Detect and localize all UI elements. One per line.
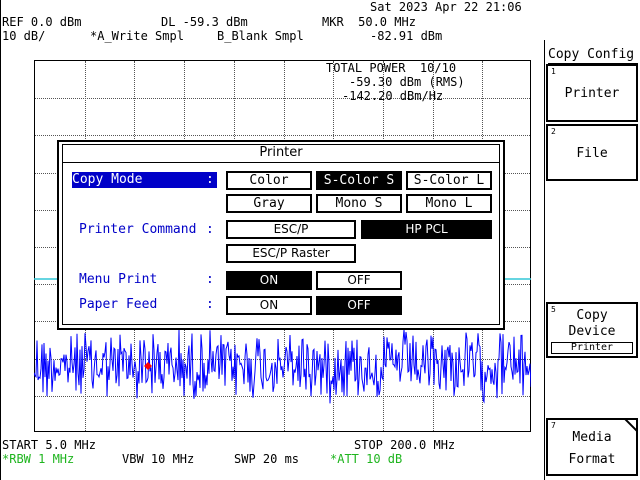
softkey-label: Printer bbox=[564, 86, 620, 101]
measurement-rms: -59.30 dBm (RMS) bbox=[349, 75, 465, 89]
softkey-printer[interactable]: 1 Printer bbox=[546, 64, 638, 122]
vbw-setting: VBW 10 MHz bbox=[122, 452, 195, 466]
corner-fold-icon bbox=[624, 418, 638, 432]
noise-trace bbox=[34, 328, 531, 404]
softkey-media-format[interactable]: 7 Media Format bbox=[546, 418, 638, 476]
attenuation: *ATT 10 dB bbox=[330, 452, 403, 466]
measurement-title: TOTAL POWER 10/10 bbox=[326, 61, 457, 75]
rbw-setting: *RBW 1 MHz bbox=[2, 452, 75, 466]
softkey-number: 2 bbox=[551, 127, 556, 136]
softkey-label: File bbox=[576, 146, 608, 161]
copy-mode-scolor-l-button[interactable]: S-Color L bbox=[406, 171, 492, 190]
copy-mode-label[interactable]: Copy Mode: bbox=[72, 172, 217, 188]
stop-frequency: STOP 200.0 MHz bbox=[354, 438, 456, 452]
copy-mode-mono-s-button[interactable]: Mono S bbox=[316, 194, 402, 213]
measurement-density: -142.20 dBm/Hz bbox=[342, 89, 444, 103]
softkey-copy-device[interactable]: 5 Copy Device Printer bbox=[546, 302, 638, 358]
printer-command-escp-raster-button[interactable]: ESC/P Raster bbox=[226, 244, 356, 263]
copy-mode-gray-button[interactable]: Gray bbox=[226, 194, 312, 213]
sweep-time: SWP 20 ms bbox=[234, 452, 300, 466]
softkey-number: 1 bbox=[551, 67, 556, 76]
softkey-label-line2: Format bbox=[568, 452, 616, 467]
start-frequency: START 5.0 MHz bbox=[2, 438, 96, 452]
dialog-title: Printer bbox=[62, 144, 500, 163]
menu-print-off-button[interactable]: OFF bbox=[316, 271, 402, 290]
menu-print-label: Menu Print: bbox=[79, 272, 214, 287]
softkey-menu-title: Copy Config bbox=[548, 47, 638, 64]
printer-command-hppcl-button[interactable]: HP PCL bbox=[361, 220, 492, 239]
copy-mode-mono-l-button[interactable]: Mono L bbox=[406, 194, 492, 213]
softkey-label-line2: Device bbox=[568, 324, 616, 339]
printer-command-escp-button[interactable]: ESC/P bbox=[226, 220, 356, 239]
paper-feed-label: Paper Feed: bbox=[79, 297, 214, 312]
softkey-label-line1: Media bbox=[572, 430, 612, 445]
copy-device-value: Printer bbox=[551, 342, 633, 354]
printer-command-label: Printer Command: bbox=[79, 222, 214, 237]
copy-mode-color-button[interactable]: Color bbox=[226, 171, 312, 190]
paper-feed-on-button[interactable]: ON bbox=[226, 296, 312, 315]
paper-feed-off-button[interactable]: OFF bbox=[316, 296, 402, 315]
copy-mode-scolor-s-button[interactable]: S-Color S bbox=[316, 171, 402, 190]
menu-print-on-button[interactable]: ON bbox=[226, 271, 312, 290]
softkey-file[interactable]: 2 File bbox=[546, 124, 638, 181]
